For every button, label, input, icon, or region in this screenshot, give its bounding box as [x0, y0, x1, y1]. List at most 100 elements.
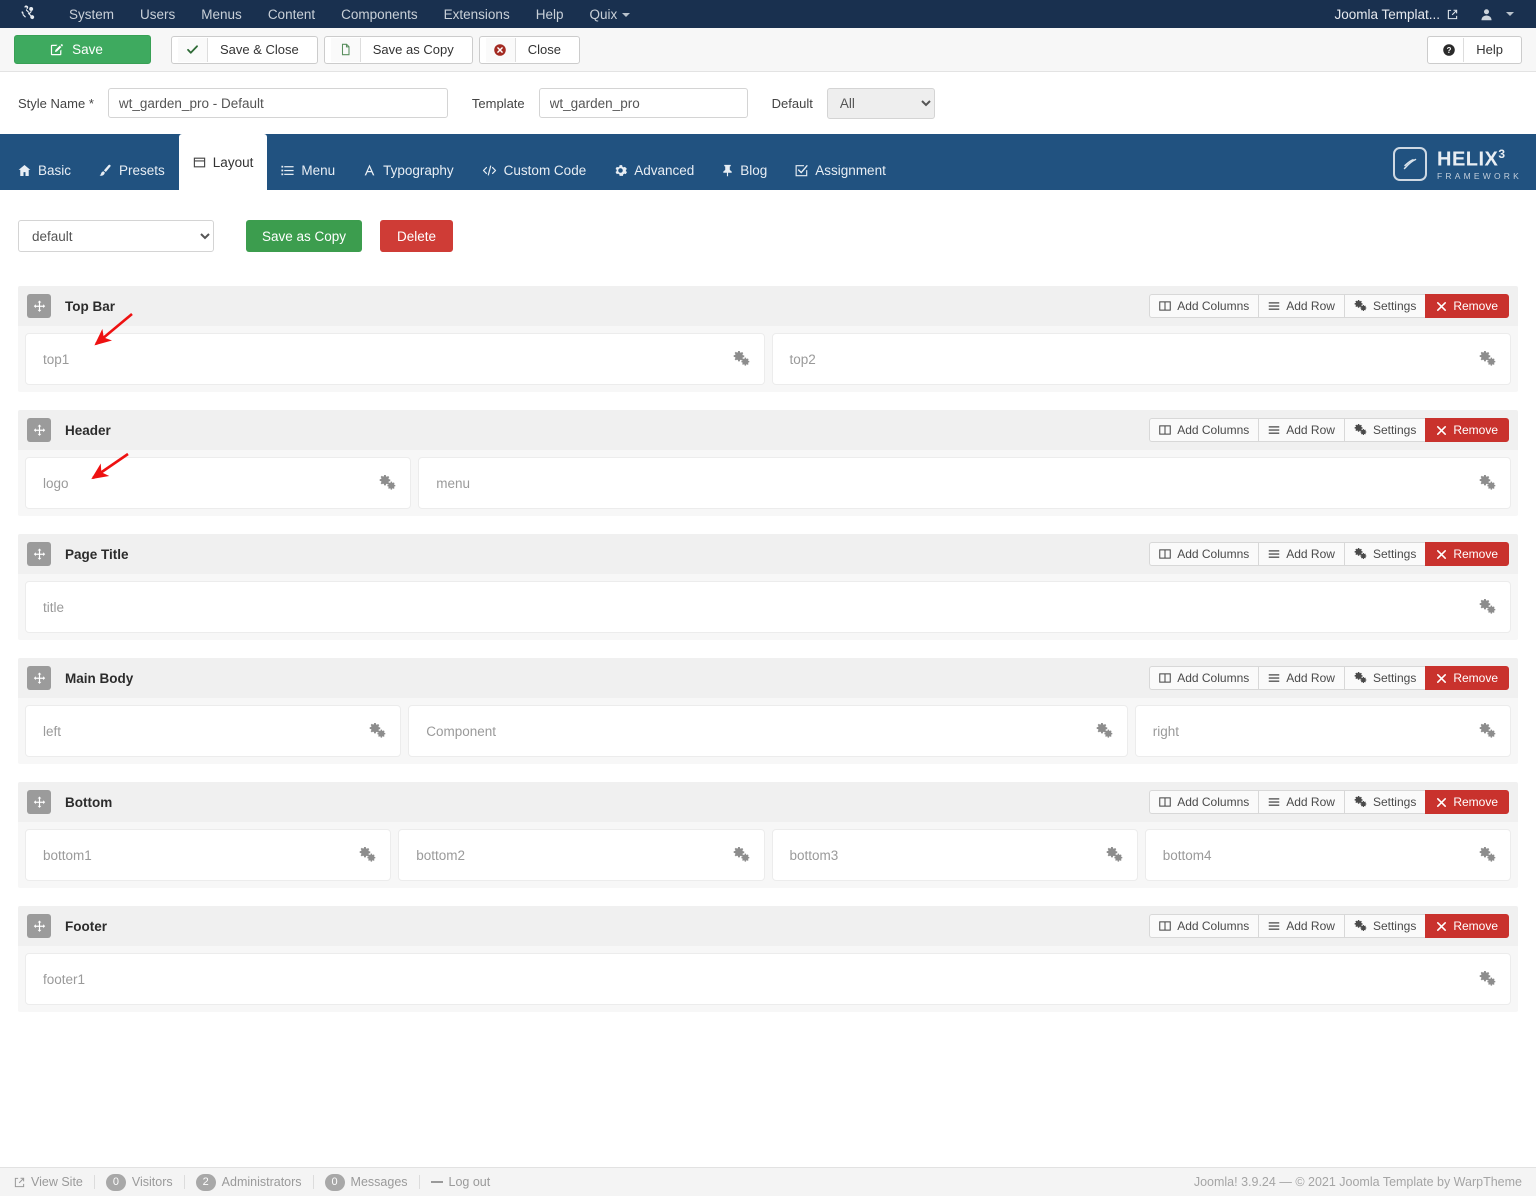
- column-label: Component: [426, 724, 496, 739]
- add-row-button[interactable]: Add Row: [1258, 542, 1344, 566]
- preset-select[interactable]: default: [18, 220, 214, 252]
- section-actions: Add ColumnsAdd RowSettingsRemove: [1149, 790, 1509, 814]
- admin-menu-item-users[interactable]: Users: [127, 2, 188, 27]
- add-columns-button[interactable]: Add Columns: [1149, 418, 1258, 442]
- add-row-button[interactable]: Add Row: [1258, 294, 1344, 318]
- column-settings-cogs-icon[interactable]: [733, 351, 750, 367]
- save-as-copy-layout-button[interactable]: Save as Copy: [246, 220, 362, 252]
- tab-layout[interactable]: Layout: [179, 134, 268, 190]
- layout-column[interactable]: bottom4: [1145, 829, 1511, 881]
- default-select[interactable]: All: [827, 88, 935, 119]
- remove-row-button[interactable]: Remove: [1425, 418, 1509, 442]
- column-settings-cogs-icon[interactable]: [1479, 847, 1496, 863]
- add-row-button[interactable]: Add Row: [1258, 418, 1344, 442]
- column-settings-cogs-icon[interactable]: [1479, 351, 1496, 367]
- logout-link[interactable]: Log out: [420, 1175, 502, 1189]
- style-name-input[interactable]: [108, 88, 448, 118]
- add-columns-button[interactable]: Add Columns: [1149, 914, 1258, 938]
- column-settings-cogs-icon[interactable]: [1479, 971, 1496, 987]
- add-columns-button[interactable]: Add Columns: [1149, 294, 1258, 318]
- tab-custom-code[interactable]: Custom Code: [468, 150, 601, 190]
- admin-menu-item-content[interactable]: Content: [255, 2, 328, 27]
- remove-row-button[interactable]: Remove: [1425, 542, 1509, 566]
- column-settings-cogs-icon[interactable]: [1479, 599, 1496, 615]
- layout-column[interactable]: top1: [25, 333, 765, 385]
- layout-column[interactable]: left: [25, 705, 401, 757]
- close-button[interactable]: Close: [479, 36, 580, 64]
- row-settings-button[interactable]: Settings: [1344, 418, 1425, 442]
- messages-status[interactable]: 0 Messages: [314, 1174, 419, 1191]
- tab-blog[interactable]: Blog: [708, 150, 781, 190]
- template-input[interactable]: [539, 88, 748, 118]
- drag-handle-move-arrows-icon[interactable]: [27, 666, 51, 690]
- column-settings-cogs-icon[interactable]: [1479, 475, 1496, 491]
- drag-handle-move-arrows-icon[interactable]: [27, 542, 51, 566]
- drag-handle-move-arrows-icon[interactable]: [27, 790, 51, 814]
- admin-menu-item-extensions[interactable]: Extensions: [431, 2, 523, 27]
- column-settings-cogs-icon[interactable]: [733, 847, 750, 863]
- site-name-link[interactable]: Joomla Templat...: [1326, 3, 1466, 26]
- footer-credits: Joomla! 3.9.24 — © 2021 Joomla Template …: [1194, 1175, 1522, 1189]
- layout-column[interactable]: bottom1: [25, 829, 391, 881]
- drag-handle-move-arrows-icon[interactable]: [27, 294, 51, 318]
- column-settings-cogs-icon[interactable]: [1106, 847, 1123, 863]
- add-columns-button[interactable]: Add Columns: [1149, 790, 1258, 814]
- layout-column[interactable]: Component: [408, 705, 1128, 757]
- layout-column[interactable]: menu: [418, 457, 1511, 509]
- row-settings-button[interactable]: Settings: [1344, 914, 1425, 938]
- add-columns-button[interactable]: Add Columns: [1149, 542, 1258, 566]
- column-settings-cogs-icon[interactable]: [369, 723, 386, 739]
- tab-typography[interactable]: Typography: [349, 150, 468, 190]
- layout-column[interactable]: bottom2: [398, 829, 764, 881]
- column-label: right: [1153, 724, 1179, 739]
- joomla-logo-icon[interactable]: [16, 4, 38, 24]
- administrators-status[interactable]: 2 Administrators: [185, 1174, 313, 1191]
- drag-handle-move-arrows-icon[interactable]: [27, 418, 51, 442]
- tab-assignment[interactable]: Assignment: [781, 150, 900, 190]
- layout-column[interactable]: footer1: [25, 953, 1511, 1005]
- row-settings-button[interactable]: Settings: [1344, 294, 1425, 318]
- help-button[interactable]: ? Help: [1427, 36, 1522, 64]
- save-button[interactable]: Save: [14, 35, 151, 64]
- layout-column[interactable]: right: [1135, 705, 1511, 757]
- admin-menu-item-quix[interactable]: Quix: [576, 2, 643, 27]
- remove-row-button[interactable]: Remove: [1425, 294, 1509, 318]
- add-columns-button[interactable]: Add Columns: [1149, 666, 1258, 690]
- user-menu-button[interactable]: [1466, 4, 1524, 25]
- visitors-status[interactable]: 0 Visitors: [95, 1174, 184, 1191]
- row-settings-button[interactable]: Settings: [1344, 666, 1425, 690]
- row-settings-button[interactable]: Settings: [1344, 542, 1425, 566]
- column-settings-cogs-icon[interactable]: [359, 847, 376, 863]
- admin-menu-label: Users: [140, 7, 175, 22]
- remove-row-button[interactable]: Remove: [1425, 666, 1509, 690]
- add-row-button[interactable]: Add Row: [1258, 790, 1344, 814]
- remove-row-button[interactable]: Remove: [1425, 914, 1509, 938]
- section-title: Page Title: [65, 547, 129, 562]
- tab-presets[interactable]: Presets: [85, 150, 179, 190]
- save-and-close-button[interactable]: Save & Close: [171, 36, 318, 64]
- column-settings-cogs-icon[interactable]: [1096, 723, 1113, 739]
- save-as-copy-button[interactable]: Save as Copy: [324, 36, 473, 64]
- admin-menu-item-help[interactable]: Help: [523, 2, 577, 27]
- column-settings-cogs-icon[interactable]: [379, 475, 396, 491]
- admin-menu-item-menus[interactable]: Menus: [188, 2, 255, 27]
- layout-section: Page Title Add ColumnsAdd RowSettingsRemo…: [18, 534, 1518, 640]
- remove-row-button[interactable]: Remove: [1425, 790, 1509, 814]
- drag-handle-move-arrows-icon[interactable]: [27, 914, 51, 938]
- layout-column[interactable]: top2: [772, 333, 1512, 385]
- delete-layout-button[interactable]: Delete: [380, 220, 453, 252]
- visitors-badge: 0: [106, 1174, 126, 1191]
- add-row-button[interactable]: Add Row: [1258, 666, 1344, 690]
- tab-menu[interactable]: Menu: [267, 150, 349, 190]
- view-site-link[interactable]: View Site: [14, 1175, 94, 1189]
- tab-basic[interactable]: Basic: [4, 150, 85, 190]
- tab-advanced[interactable]: Advanced: [600, 150, 708, 190]
- admin-menu-item-system[interactable]: System: [56, 2, 127, 27]
- admin-menu-item-components[interactable]: Components: [328, 2, 431, 27]
- add-row-button[interactable]: Add Row: [1258, 914, 1344, 938]
- row-settings-button[interactable]: Settings: [1344, 790, 1425, 814]
- layout-column[interactable]: title: [25, 581, 1511, 633]
- column-settings-cogs-icon[interactable]: [1479, 723, 1496, 739]
- layout-column[interactable]: logo: [25, 457, 411, 509]
- layout-column[interactable]: bottom3: [772, 829, 1138, 881]
